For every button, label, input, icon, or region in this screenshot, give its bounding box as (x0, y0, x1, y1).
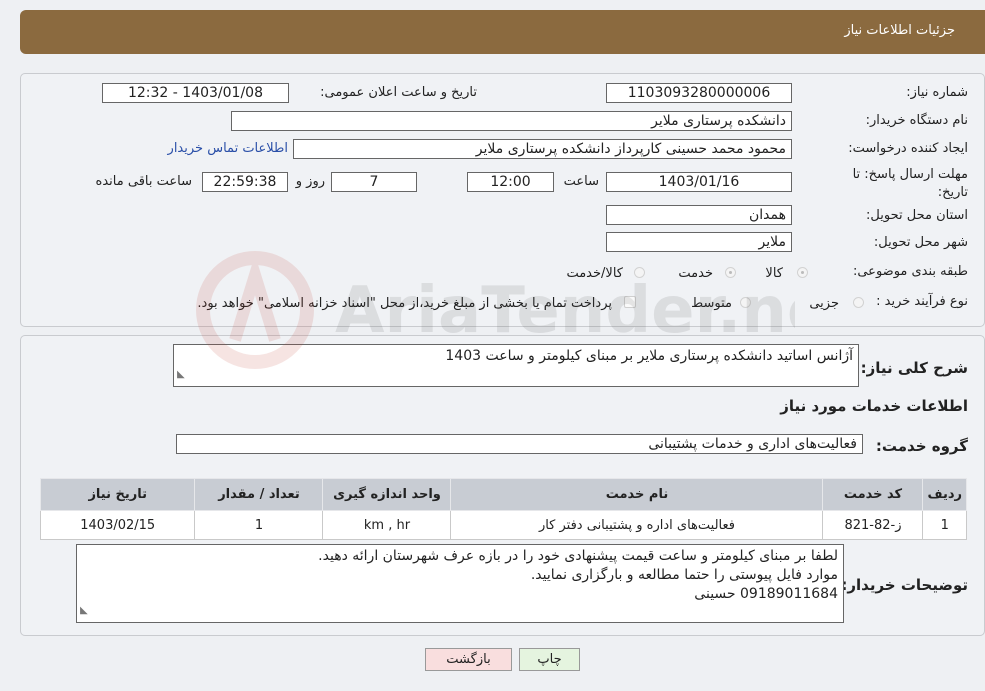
summary-label: شرح کلی نیاز: (860, 359, 968, 377)
col-header-row-number: ردیف (922, 478, 967, 511)
buyer-org-field[interactable]: دانشکده پرستاری ملایر (231, 111, 792, 131)
deadline-time-field[interactable]: 12:00 (467, 172, 554, 192)
back-button[interactable]: بازگشت (425, 648, 512, 671)
col-header-need-date: تاریخ نیاز (39, 478, 196, 511)
cell-need-date: 1403/02/15 (39, 510, 196, 540)
treasury-payment-checkbox[interactable] (624, 296, 636, 308)
treasury-payment-note: پرداخت تمام یا بخشی از مبلغ خرید،از محل … (197, 296, 612, 311)
remaining-label: ساعت باقی مانده (95, 174, 192, 189)
cell-service-code: ز-82-821 (822, 510, 924, 540)
buyer-org-label: نام دستگاه خریدار: (865, 113, 968, 128)
service-group-label: گروه خدمت: (875, 437, 968, 455)
table-row: 1 ز-82-821 فعالیت‌های اداره و پشتیبانی د… (39, 510, 967, 540)
cell-row-number: 1 (922, 510, 967, 540)
page-title: جزئیات اطلاعات نیاز (844, 23, 955, 38)
province-field[interactable]: همدان (606, 205, 792, 225)
service-group-field[interactable]: فعالیت‌های اداری و خدمات پشتیبانی (176, 434, 863, 454)
cell-quantity: 1 (194, 510, 324, 540)
col-header-quantity: تعداد / مقدار (194, 478, 324, 511)
services-table: ردیف کد خدمت نام خدمت واحد اندازه گیری ت… (39, 478, 967, 540)
city-field[interactable]: ملایر (606, 232, 792, 252)
remaining-time-field[interactable]: 22:59:38 (202, 172, 288, 192)
deadline-label: مهلت ارسال پاسخ: تا تاریخ: (852, 167, 968, 200)
summary-text: آژانس اساتید دانشکده پرستاری ملایر بر مب… (445, 348, 853, 364)
need-number-field[interactable]: 1103093280000006 (606, 83, 792, 103)
category-goods-radio[interactable] (797, 267, 808, 278)
process-minor-radio[interactable] (853, 297, 864, 308)
days-label: روز و (295, 174, 325, 189)
col-header-service-code: کد خدمت (822, 478, 924, 511)
province-label: استان محل تحویل: (866, 208, 968, 223)
table-header-row: ردیف کد خدمت نام خدمت واحد اندازه گیری ت… (39, 478, 967, 511)
buyer-notes-line: 09189011684 حسینی (694, 586, 838, 602)
col-header-service-name: نام خدمت (450, 478, 824, 511)
creator-field[interactable]: محمود محمد حسینی کارپرداز دانشکده پرستار… (293, 139, 792, 159)
cell-unit: km , hr (322, 510, 452, 540)
category-goods-service-label: کالا/خدمت (566, 266, 623, 281)
buyer-notes-line: لطفا بر مبنای کیلومتر و ساعت قیمت پیشنها… (318, 548, 838, 564)
col-header-unit: واحد اندازه گیری (322, 478, 452, 511)
process-medium-radio[interactable] (740, 297, 751, 308)
services-section-title: اطلاعات خدمات مورد نیاز (780, 397, 968, 415)
days-field[interactable]: 7 (331, 172, 417, 192)
resize-handle-icon[interactable]: ◢ (80, 601, 88, 620)
city-label: شهر محل تحویل: (873, 235, 968, 250)
summary-textarea[interactable]: آژانس اساتید دانشکده پرستاری ملایر بر مب… (173, 344, 859, 387)
creator-label: ایجاد کننده درخواست: (848, 141, 968, 156)
buyer-notes-line: موارد فایل پیوستی را حتما مطالعه و بارگز… (530, 567, 838, 583)
process-minor-label: جزیی (809, 296, 839, 311)
category-service-radio[interactable] (725, 267, 736, 278)
process-type-label: نوع فرآیند خرید : (876, 294, 968, 309)
buyer-notes-label: توضیحات خریدار: (841, 576, 968, 594)
time-label: ساعت (563, 174, 599, 189)
deadline-date-field[interactable]: 1403/01/16 (606, 172, 792, 192)
buyer-notes-textarea[interactable]: لطفا بر مبنای کیلومتر و ساعت قیمت پیشنها… (76, 544, 844, 623)
need-number-label: شماره نیاز: (906, 85, 968, 100)
announce-datetime-field[interactable]: 1403/01/08 - 12:32 (102, 83, 289, 103)
announce-label: تاریخ و ساعت اعلان عمومی: (320, 85, 477, 100)
print-button[interactable]: چاپ (519, 648, 580, 671)
resize-handle-icon[interactable]: ◢ (177, 365, 185, 384)
category-goods-service-radio[interactable] (634, 267, 645, 278)
cell-service-name: فعالیت‌های اداره و پشتیبانی دفتر کار (450, 510, 824, 540)
buyer-contact-link[interactable]: اطلاعات تماس خریدار (168, 141, 288, 156)
process-medium-label: متوسط (691, 296, 732, 311)
category-service-label: خدمت (678, 266, 713, 281)
category-label: طبقه بندی موضوعی: (852, 264, 968, 279)
page-header: جزئیات اطلاعات نیاز (20, 10, 985, 54)
category-goods-label: کالا (765, 266, 783, 281)
